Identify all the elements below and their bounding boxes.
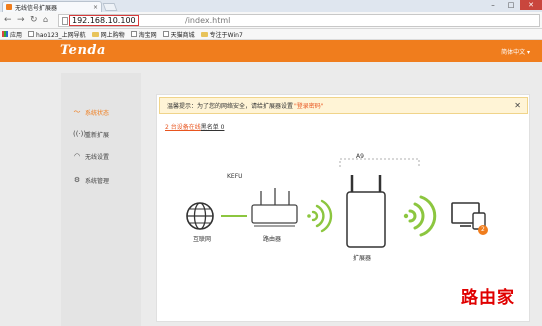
sidebar: 〜 系统状态 ((·)) 重新扩展 ◠ 无线设置 ⚙ 系统管理: [61, 73, 141, 326]
url-host: 192.168.10.100: [69, 15, 139, 26]
apps-icon: [2, 31, 8, 37]
bookmark-hao123[interactable]: hao123_上网导航: [28, 30, 86, 39]
bookmark-apps[interactable]: 应用: [2, 30, 22, 39]
bookmarks-bar: 应用 hao123_上网导航 网上购物 淘宝网 天猫商城 专注于Win7: [0, 29, 542, 40]
address-bar[interactable]: 192.168.10.100 /index.html: [58, 14, 540, 27]
bookmark-label: 淘宝网: [138, 31, 157, 39]
window-close-icon[interactable]: ✕: [520, 0, 542, 10]
pulse-icon: 〜: [73, 108, 81, 116]
page-icon: [28, 31, 35, 37]
client-count: 2: [481, 226, 485, 233]
bookmark-taobao[interactable]: 淘宝网: [130, 30, 157, 39]
url-path: /index.html: [185, 16, 231, 25]
forward-arrow-icon[interactable]: →: [17, 15, 25, 25]
extender-label: 扩展器: [353, 255, 372, 262]
router-label: 路由器: [263, 236, 282, 243]
router-icon[interactable]: [251, 188, 298, 227]
sidebar-item-system-status[interactable]: 〜 系统状态: [61, 103, 141, 121]
page-icon: [130, 31, 137, 37]
sidebar-item-system-admin[interactable]: ⚙ 系统管理: [61, 171, 141, 189]
bookmark-tmall[interactable]: 天猫商城: [162, 30, 195, 39]
reload-icon[interactable]: ↻: [30, 15, 38, 25]
maximize-icon[interactable]: □: [502, 0, 520, 10]
browser-tabbar: 无线信号扩展器 × – □ ✕: [0, 0, 542, 12]
internet-label: 互联网: [193, 236, 212, 243]
extender-name: A9: [356, 153, 364, 160]
globe-icon[interactable]: [186, 202, 214, 230]
language-select[interactable]: 简体中文 ▾: [501, 47, 530, 56]
wifi-signal-icon: [307, 199, 333, 233]
bookmark-win7[interactable]: 专注于Win7: [200, 30, 243, 39]
folder-icon: [200, 31, 208, 37]
wifi-icon: ◠: [73, 152, 81, 160]
browser-navbar: ← → ↻ ⌂ 192.168.10.100 /index.html: [0, 12, 542, 29]
sidebar-item-label: 系统状态: [85, 109, 110, 117]
network-bracket: [339, 158, 420, 167]
sidebar-item-label: 无线设置: [85, 153, 110, 161]
sidebar-item-wireless[interactable]: ◠ 无线设置: [61, 147, 141, 165]
bookmark-label: 专注于Win7: [209, 31, 243, 39]
sidebar-item-label: 系统管理: [85, 177, 110, 185]
back-arrow-icon[interactable]: ←: [4, 15, 12, 25]
bookmark-label: hao123_上网导航: [36, 31, 86, 39]
browser-tab[interactable]: 无线信号扩展器 ×: [2, 1, 102, 12]
bookmark-label: 网上购物: [100, 31, 125, 39]
bookmark-label: 天猫商城: [170, 31, 195, 39]
bookmark-shopping[interactable]: 网上购物: [91, 30, 125, 39]
gears-icon: ⚙: [73, 176, 81, 184]
tab-title: 无线信号扩展器: [15, 4, 58, 12]
watermark: 路由家: [461, 288, 515, 308]
minimize-icon[interactable]: –: [484, 0, 502, 10]
folder-icon: [91, 31, 99, 37]
home-icon[interactable]: ⌂: [43, 15, 48, 25]
tenda-header: Tenda 简体中文 ▾: [0, 40, 542, 62]
new-tab-button[interactable]: [102, 3, 118, 11]
tenda-logo[interactable]: Tenda: [60, 44, 106, 58]
bookmark-label: 应用: [10, 31, 23, 39]
extender-icon[interactable]: [346, 175, 386, 248]
tenda-favicon-icon: [6, 4, 12, 10]
tab-close-icon[interactable]: ×: [93, 4, 98, 11]
page-icon: [162, 31, 169, 37]
sidebar-item-re-extend[interactable]: ((·)) 重新扩展: [61, 125, 141, 143]
router-name: KEFU: [227, 173, 243, 180]
window-controls: – □ ✕: [484, 0, 542, 12]
sidebar-item-label: 重新扩展: [85, 131, 110, 139]
wifi-signal-icon: [403, 195, 437, 237]
signal-icon: ((·)): [73, 130, 87, 138]
page-icon: [62, 17, 68, 25]
